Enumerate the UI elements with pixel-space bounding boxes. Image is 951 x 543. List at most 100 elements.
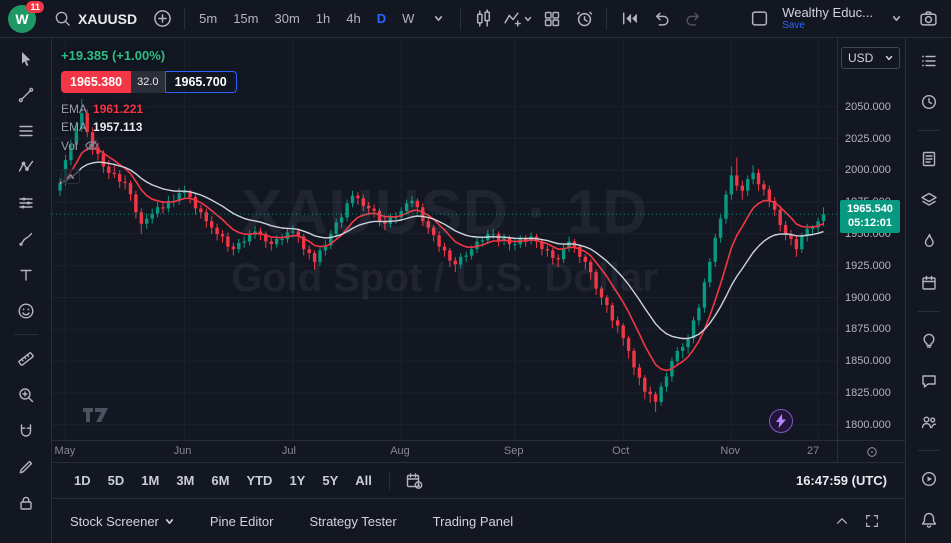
range-5y-button[interactable]: 5Y	[314, 469, 346, 492]
streams-button[interactable]	[914, 466, 944, 492]
legend-collapse-button[interactable]	[61, 169, 80, 184]
timeframe-1w-button[interactable]: W	[395, 7, 421, 30]
timeframe-1h-button[interactable]: 1h	[309, 7, 337, 30]
range-1y-button[interactable]: 1Y	[281, 469, 313, 492]
time-tick-label: Nov	[720, 445, 740, 457]
timeframe-menu-button[interactable]	[423, 4, 453, 34]
timeframe-4h-button[interactable]: 4h	[339, 7, 367, 30]
alerts-button[interactable]	[914, 89, 944, 115]
watchlist-icon	[920, 52, 938, 70]
indicators-button[interactable]	[500, 4, 535, 34]
zoom-tool-button[interactable]	[10, 380, 42, 409]
layout-menu-chevron-button[interactable]	[881, 4, 911, 34]
session-clock[interactable]: 16:47:59 (UTC)	[796, 473, 891, 488]
target-icon[interactable]	[865, 445, 879, 459]
search-icon	[54, 10, 71, 27]
tab-strategy-tester[interactable]: Strategy Tester	[309, 514, 396, 529]
sidebar-separator	[918, 450, 940, 451]
timeframe-5m-button[interactable]: 5m	[192, 7, 224, 30]
sell-button[interactable]: 1965.380	[61, 71, 131, 93]
timeframe-1d-button[interactable]: D	[370, 7, 393, 30]
create-alert-button[interactable]	[569, 4, 599, 34]
ruler-icon	[17, 350, 35, 368]
range-ytd-button[interactable]: YTD	[238, 469, 280, 492]
chat-button[interactable]	[914, 368, 944, 394]
candlestick-style-icon	[474, 9, 493, 28]
save-button[interactable]: Save	[782, 20, 873, 31]
tab-label: Strategy Tester	[309, 514, 396, 529]
pattern-tool-button[interactable]	[10, 152, 42, 181]
layout-name-label: Wealthy Educ...	[782, 6, 873, 20]
text-icon	[17, 266, 35, 284]
toolbar-separator	[184, 8, 185, 30]
time-tick-label: Jun	[174, 445, 192, 457]
time-axis[interactable]: MayJunJulAugSepOctNov27	[52, 440, 905, 462]
notifications-button[interactable]	[914, 507, 944, 533]
range-6m-button[interactable]: 6M	[203, 469, 237, 492]
range-5d-button[interactable]: 5D	[100, 469, 133, 492]
right-sidebar	[905, 38, 951, 543]
toolbar-separator	[460, 8, 461, 30]
cursor-tool-button[interactable]	[10, 44, 42, 73]
go-to-date-button[interactable]	[399, 466, 429, 496]
chevron-down-icon	[434, 14, 443, 23]
compare-add-symbol-button[interactable]	[147, 4, 177, 34]
snapshot-button[interactable]	[913, 4, 943, 34]
object-tree-button[interactable]	[914, 187, 944, 213]
maximize-panel-button[interactable]	[857, 506, 887, 536]
community-button[interactable]	[914, 409, 944, 435]
layout-grid-button[interactable]	[537, 4, 567, 34]
hotlists-button[interactable]	[914, 228, 944, 254]
spread-value: 32.0	[131, 71, 164, 93]
last-price-badge: 1965.540 05:12:01	[840, 200, 900, 233]
layout-select-button[interactable]	[744, 4, 774, 34]
price-scale[interactable]: USD 2050.0002025.0002000.0001975.0001950…	[837, 38, 905, 440]
calendar-button[interactable]	[914, 269, 944, 295]
open-panel-button[interactable]	[827, 506, 857, 536]
ideas-button[interactable]	[914, 327, 944, 353]
layers-icon	[920, 191, 938, 209]
replay-rewind-icon	[620, 9, 639, 28]
tab-pine-editor[interactable]: Pine Editor	[210, 514, 274, 529]
chart-style-button[interactable]	[468, 4, 498, 34]
redo-button[interactable]	[678, 4, 708, 34]
undo-button[interactable]	[646, 4, 676, 34]
chat-bubble-icon	[920, 372, 938, 390]
timeframe-15m-button[interactable]: 15m	[226, 7, 265, 30]
magnet-tool-button[interactable]	[10, 416, 42, 445]
lock-drawings-tool-button[interactable]	[10, 488, 42, 517]
notification-count-badge: 11	[26, 1, 44, 14]
chart-pane: XAUUSD · 1D Gold Spot / U.S. Dollar +19.…	[52, 38, 905, 543]
buy-button[interactable]: 1965.700	[165, 71, 237, 93]
lightning-quick-action-button[interactable]	[769, 409, 793, 433]
sidebar-separator	[918, 311, 940, 312]
ruler-tool-button[interactable]	[10, 344, 42, 373]
user-menu-button[interactable]: W 11	[8, 3, 44, 35]
data-window-button[interactable]	[914, 146, 944, 172]
range-1m-button[interactable]: 1M	[133, 469, 167, 492]
tab-stock-screener[interactable]: Stock Screener	[70, 514, 174, 529]
projection-tool-button[interactable]	[10, 188, 42, 217]
calendar-icon	[920, 274, 938, 292]
price-tick-label: 2050.000	[845, 101, 891, 113]
indicator-row-volume: Vol	[61, 138, 237, 153]
range-3m-button[interactable]: 3M	[168, 469, 202, 492]
draw-mode-tool-button[interactable]	[10, 452, 42, 481]
tab-trading-panel[interactable]: Trading Panel	[433, 514, 513, 529]
time-tick-label: 27	[807, 445, 819, 457]
timeframe-30m-button[interactable]: 30m	[267, 7, 306, 30]
emoji-tool-button[interactable]	[10, 296, 42, 325]
symbol-search-button[interactable]: XAUUSD	[46, 6, 145, 31]
fib-retracement-tool-button[interactable]	[10, 116, 42, 145]
eye-off-icon[interactable]	[84, 138, 99, 153]
range-all-button[interactable]: All	[347, 469, 380, 492]
layout-name-button[interactable]: Wealthy Educ... Save	[776, 6, 879, 31]
trend-line-tool-button[interactable]	[10, 80, 42, 109]
bar-replay-button[interactable]	[614, 4, 644, 34]
range-1d-button[interactable]: 1D	[66, 469, 99, 492]
text-tool-button[interactable]	[10, 260, 42, 289]
watchlist-button[interactable]	[914, 48, 944, 74]
indicator-row-ema21: EMA 1957.113	[61, 120, 237, 134]
currency-selector[interactable]: USD	[841, 47, 900, 69]
brush-tool-button[interactable]	[10, 224, 42, 253]
